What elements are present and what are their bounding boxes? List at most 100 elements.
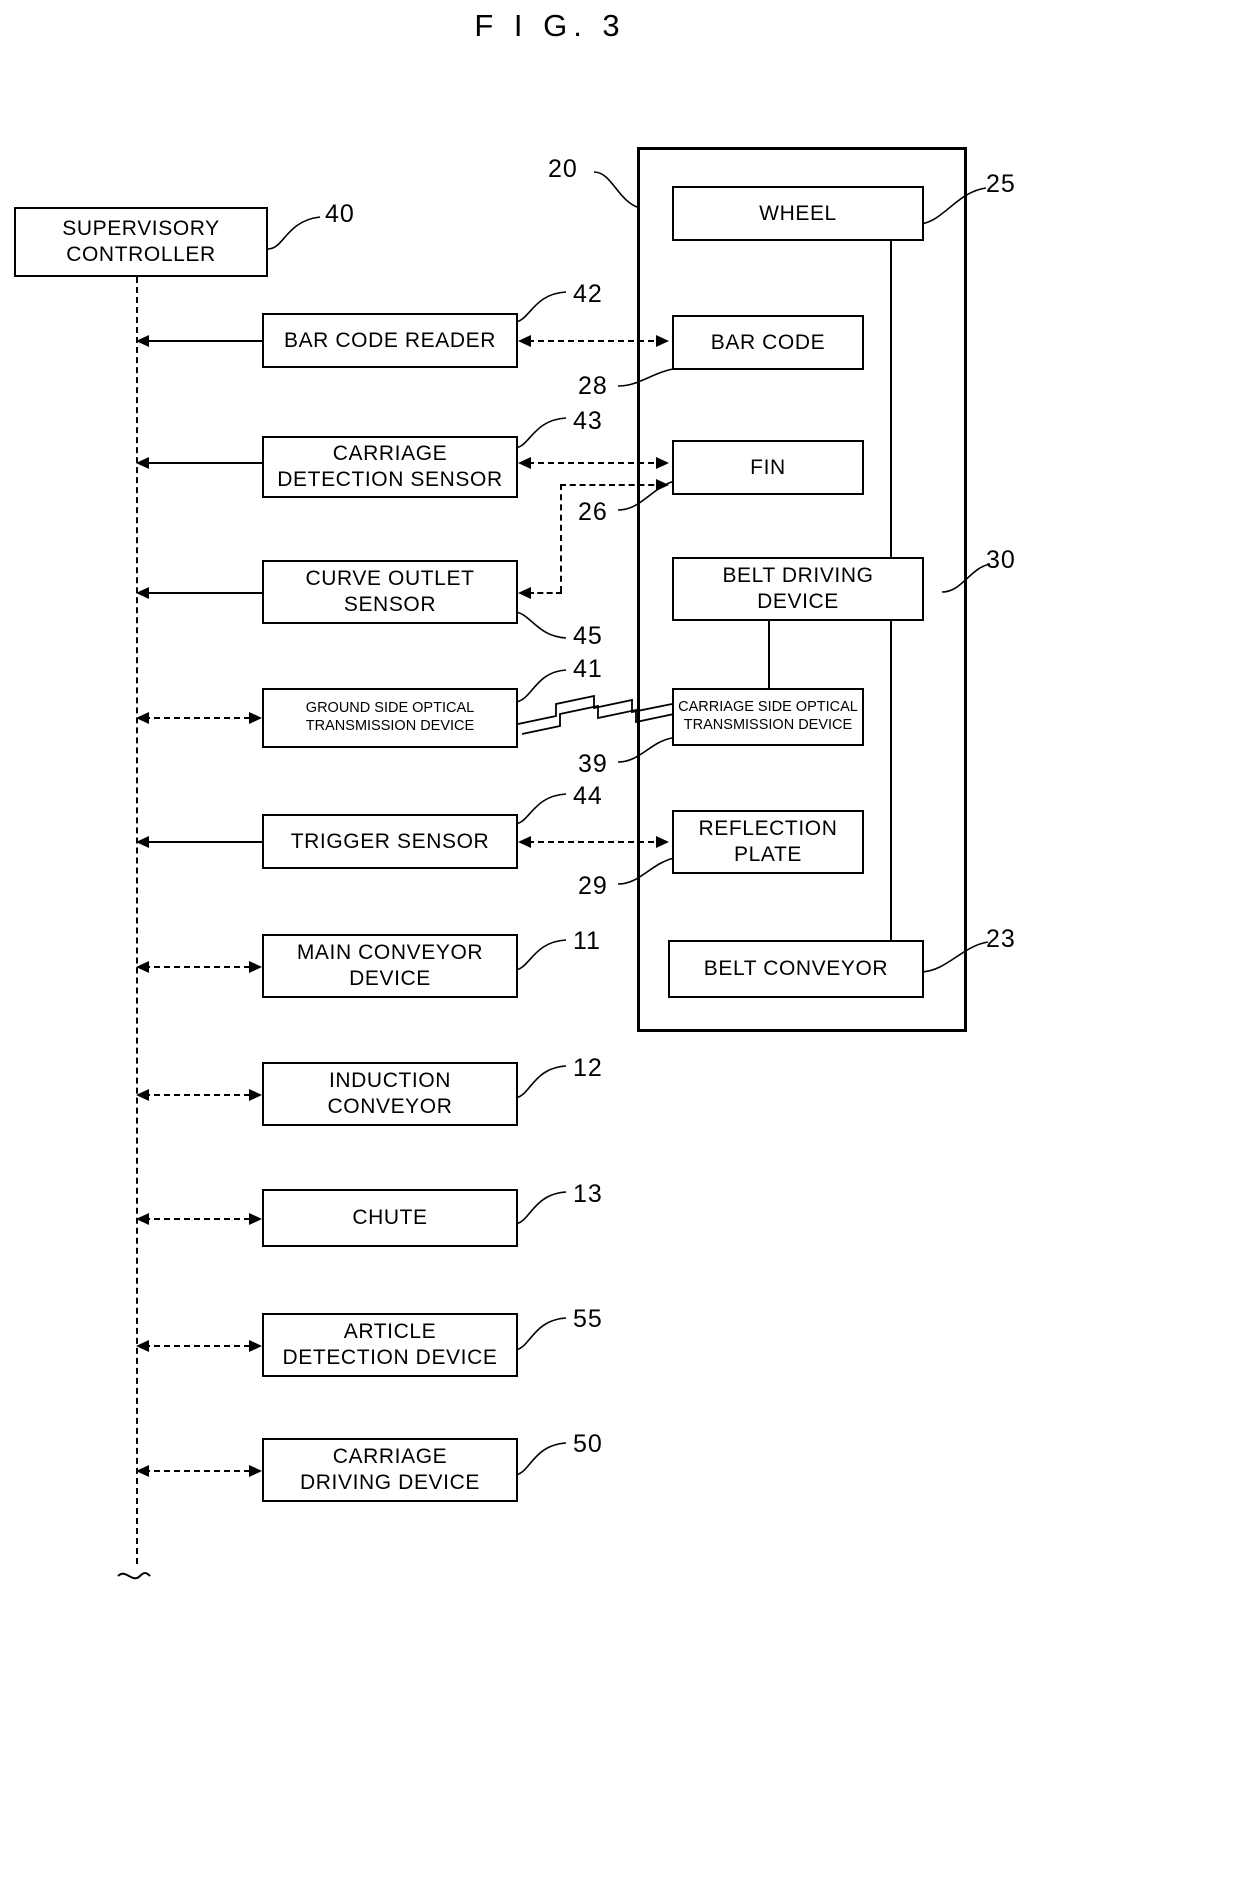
bar-code-to-reader-line (528, 340, 664, 342)
bar-code-box[interactable]: BAR CODE (672, 315, 864, 370)
bar-code-reader-box[interactable]: BAR CODE READER (262, 313, 518, 368)
supervisory-controller-line2: CONTROLLER (66, 243, 216, 266)
leader-39 (617, 737, 673, 763)
supervisory-controller-box[interactable]: SUPERVISORY CONTROLLER (14, 207, 268, 277)
carriage-side-optical-transmission-device-box[interactable]: CARRIAGE SIDE OPTICAL TRANSMISSION DEVIC… (672, 688, 864, 746)
leader-25 (917, 187, 987, 225)
ground-optical-to-bus-line (144, 717, 260, 719)
ref-28: 28 (578, 372, 608, 400)
bar-code-to-reader-arrow-right (656, 335, 669, 347)
chute-to-bus-line (144, 1218, 260, 1220)
ref-25: 25 (986, 170, 1016, 198)
supervisory-controller-line1: SUPERVISORY (62, 217, 220, 241)
main-conveyor-device-box[interactable]: MAIN CONVEYOR DEVICE (262, 934, 518, 998)
main-conveyor-line1: MAIN CONVEYOR (296, 941, 484, 965)
leader-44 (513, 793, 567, 825)
induction-conveyor-to-bus-line (144, 1094, 260, 1096)
fin-to-curve-outlet-vline (560, 484, 562, 592)
article-detection-to-bus-line (144, 1345, 260, 1347)
carriage-driving-line2: DRIVING DEVICE (300, 1471, 480, 1494)
leader-13 (513, 1191, 567, 1225)
belt-driving-line2: DEVICE (757, 590, 839, 613)
bus-break-mark (117, 1572, 151, 1580)
curve-outlet-sensor-box[interactable]: CURVE OUTLET SENSOR (262, 560, 518, 624)
bar-code-to-reader-arrow-left (518, 335, 531, 347)
induction-conveyor-line1: INDUCTION (328, 1069, 452, 1093)
reflection-plate-to-trigger-line (528, 841, 664, 843)
carriage-detection-to-bus-line (142, 462, 262, 464)
belt-driving-to-carriage-optical-vline (768, 621, 770, 688)
ground-side-optical-line2: TRANSMISSION DEVICE (305, 718, 475, 734)
induction-conveyor-to-bus-arrow-left (136, 1089, 149, 1101)
figure-title: F I G. 3 (474, 8, 626, 43)
ref-20: 20 (548, 155, 578, 183)
wheel-label: WHEEL (759, 201, 837, 225)
reflection-plate-to-trigger-arrow-left (518, 836, 531, 848)
ref-13: 13 (573, 1180, 603, 1208)
induction-conveyor-line2: CONVEYOR (327, 1095, 453, 1118)
reflection-plate-line2: PLATE (734, 843, 802, 866)
induction-conveyor-box[interactable]: INDUCTION CONVEYOR (262, 1062, 518, 1126)
carriage-side-optical-line2: TRANSMISSION DEVICE (683, 717, 853, 733)
main-conveyor-to-bus-arrow-left (136, 961, 149, 973)
ref-30: 30 (986, 546, 1016, 574)
reflection-plate-line1: REFLECTION (698, 817, 838, 841)
article-detection-line1: ARTICLE (343, 1320, 437, 1344)
carriage-driving-to-bus-arrow-left (136, 1465, 149, 1477)
leader-42 (513, 291, 567, 323)
article-detection-device-box[interactable]: ARTICLE DETECTION DEVICE (262, 1313, 518, 1377)
leader-20 (593, 171, 641, 209)
chute-box[interactable]: CHUTE (262, 1189, 518, 1247)
carriage-driving-to-bus-line (144, 1470, 260, 1472)
ground-side-optical-transmission-device-box[interactable]: GROUND SIDE OPTICAL TRANSMISSION DEVICE (262, 688, 518, 748)
reflection-plate-box[interactable]: REFLECTION PLATE (672, 810, 864, 874)
ref-40: 40 (325, 200, 355, 228)
belt-conveyor-box[interactable]: BELT CONVEYOR (668, 940, 924, 998)
curve-outlet-to-bus-arrow (136, 587, 149, 599)
ref-26: 26 (578, 498, 608, 526)
ref-50: 50 (573, 1430, 603, 1458)
leader-29 (617, 857, 675, 885)
figure-canvas: F I G. 3 SUPERVISORY CONTROLLER BAR CODE… (0, 0, 1240, 1899)
ref-11: 11 (573, 927, 601, 955)
ground-side-optical-line1: GROUND SIDE OPTICAL (305, 700, 475, 717)
curve-outlet-sensor-line1: CURVE OUTLET (305, 567, 475, 591)
wheel-box[interactable]: WHEEL (672, 186, 924, 241)
curve-outlet-sensor-line2: SENSOR (343, 593, 437, 616)
leader-28 (617, 367, 679, 387)
chute-label: CHUTE (352, 1206, 428, 1230)
fin-label: FIN (750, 455, 786, 479)
curve-outlet-to-bus-line (142, 592, 262, 594)
carriage-driving-line1: CARRIAGE (332, 1445, 448, 1469)
ref-39: 39 (578, 750, 608, 778)
carriage-detection-sensor-line1: CARRIAGE (332, 442, 448, 466)
belt-driving-device-box[interactable]: BELT DRIVING DEVICE (672, 557, 924, 621)
main-conveyor-to-bus-line (144, 966, 260, 968)
carriage-side-optical-line1: CARRIAGE SIDE OPTICAL (678, 699, 858, 716)
trigger-sensor-to-bus-arrow (136, 836, 149, 848)
bar-code-reader-label: BAR CODE READER (283, 328, 497, 352)
ref-44: 44 (573, 782, 603, 810)
ref-29: 29 (578, 872, 608, 900)
trigger-sensor-label: TRIGGER SENSOR (290, 829, 490, 853)
fin-to-carriage-detection-line (528, 462, 664, 464)
chute-to-bus-arrow-left (136, 1213, 149, 1225)
controller-bus-line (136, 277, 138, 1564)
carriage-detection-sensor-box[interactable]: CARRIAGE DETECTION SENSOR (262, 436, 518, 498)
trigger-sensor-box[interactable]: TRIGGER SENSOR (262, 814, 518, 869)
carriage-detection-sensor-line2: DETECTION SENSOR (277, 468, 503, 491)
ref-41: 41 (573, 655, 603, 683)
fin-box[interactable]: FIN (672, 440, 864, 495)
ref-45: 45 (573, 622, 603, 650)
reflection-plate-to-trigger-arrow-right (656, 836, 669, 848)
belt-conveyor-label: BELT CONVEYOR (703, 957, 889, 981)
fin-to-carriage-detection-arrow-right (656, 457, 669, 469)
bar-code-reader-to-bus-arrow (136, 335, 149, 347)
carriage-driving-device-box[interactable]: CARRIAGE DRIVING DEVICE (262, 1438, 518, 1502)
article-detection-line2: DETECTION DEVICE (282, 1346, 498, 1369)
bar-code-label: BAR CODE (710, 330, 826, 354)
carriage-detection-to-bus-arrow (136, 457, 149, 469)
leader-40 (267, 216, 321, 250)
leader-23 (919, 941, 989, 973)
belt-driving-line1: BELT DRIVING (722, 564, 874, 588)
